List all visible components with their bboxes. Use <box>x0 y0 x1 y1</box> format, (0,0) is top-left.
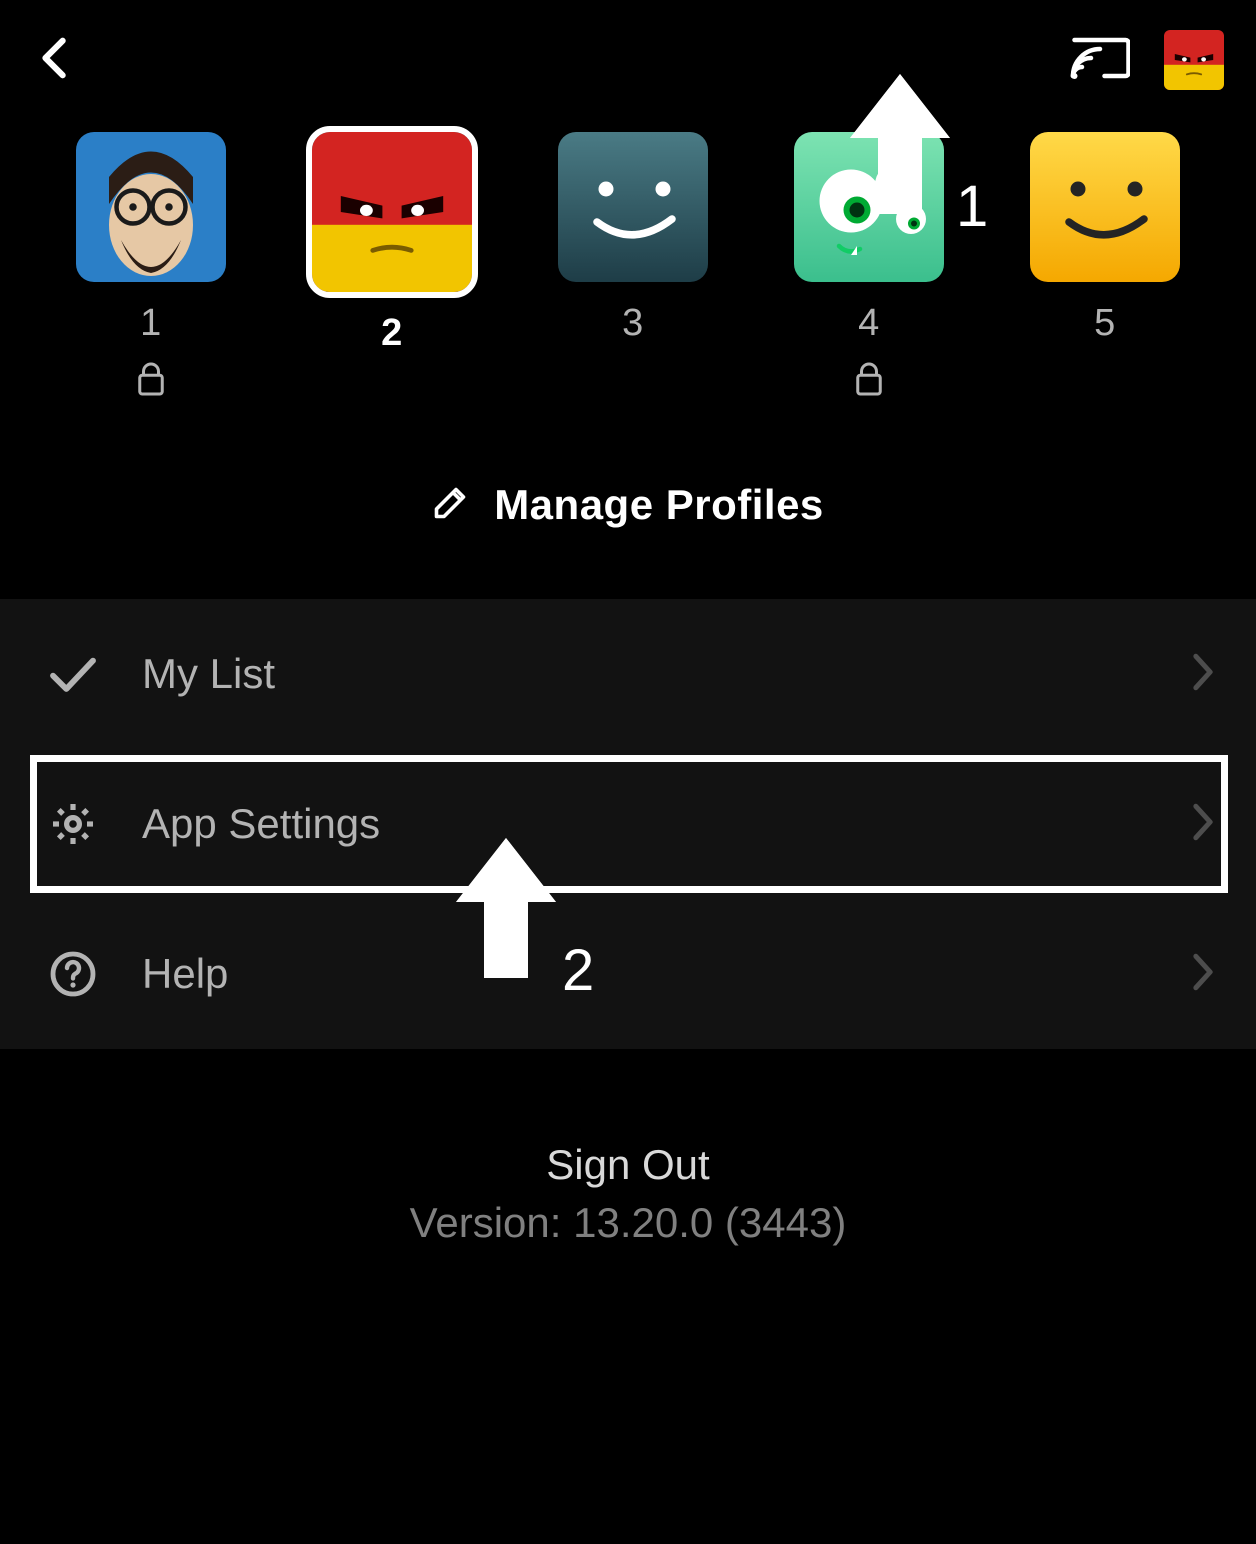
profile-item[interactable]: 1 <box>76 132 226 411</box>
gear-icon <box>48 800 98 848</box>
profile-name: 5 <box>1094 302 1116 345</box>
profile-item[interactable]: 2 <box>312 132 472 411</box>
profile-selector: 1 2 3 4 5 <box>0 100 1256 411</box>
menu-item-my-list[interactable]: My List <box>0 599 1256 749</box>
annotation-label: 1 <box>956 173 988 240</box>
check-icon <box>48 654 98 694</box>
menu-item-label: App Settings <box>142 800 380 848</box>
menu-item-label: Help <box>142 950 228 998</box>
annotation-arrow-2: 2 <box>456 838 594 978</box>
sign-out-button[interactable]: Sign Out <box>0 1141 1256 1189</box>
profile-name: 2 <box>381 312 403 355</box>
lock-icon <box>136 361 166 402</box>
chevron-right-icon <box>1190 652 1216 697</box>
menu-item-label: My List <box>142 650 275 698</box>
chevron-right-icon <box>1190 952 1216 997</box>
lock-icon <box>854 361 884 402</box>
profile-name: 1 <box>140 302 162 345</box>
profile-item[interactable]: 5 <box>1030 132 1180 411</box>
version-label: Version: 13.20.0 (3443) <box>0 1199 1256 1247</box>
menu-item-help[interactable]: Help <box>0 899 1256 1049</box>
chevron-right-icon <box>1190 802 1216 847</box>
manage-profiles-label: Manage Profiles <box>494 481 824 529</box>
annotation-label: 2 <box>562 937 594 1004</box>
settings-menu: My List App Settings Hel <box>0 599 1256 1049</box>
cast-icon[interactable] <box>1070 33 1130 88</box>
pencil-icon <box>432 485 468 526</box>
help-icon <box>48 950 98 998</box>
profile-name: 3 <box>622 302 644 345</box>
annotation-arrow-1: 1 <box>850 74 988 214</box>
profile-item[interactable]: 3 <box>558 132 708 411</box>
current-profile-avatar[interactable] <box>1164 30 1224 90</box>
menu-item-app-settings[interactable]: App Settings <box>0 749 1256 899</box>
back-button[interactable] <box>32 35 78 86</box>
profile-name: 4 <box>858 302 880 345</box>
manage-profiles-button[interactable]: Manage Profiles <box>0 481 1256 529</box>
